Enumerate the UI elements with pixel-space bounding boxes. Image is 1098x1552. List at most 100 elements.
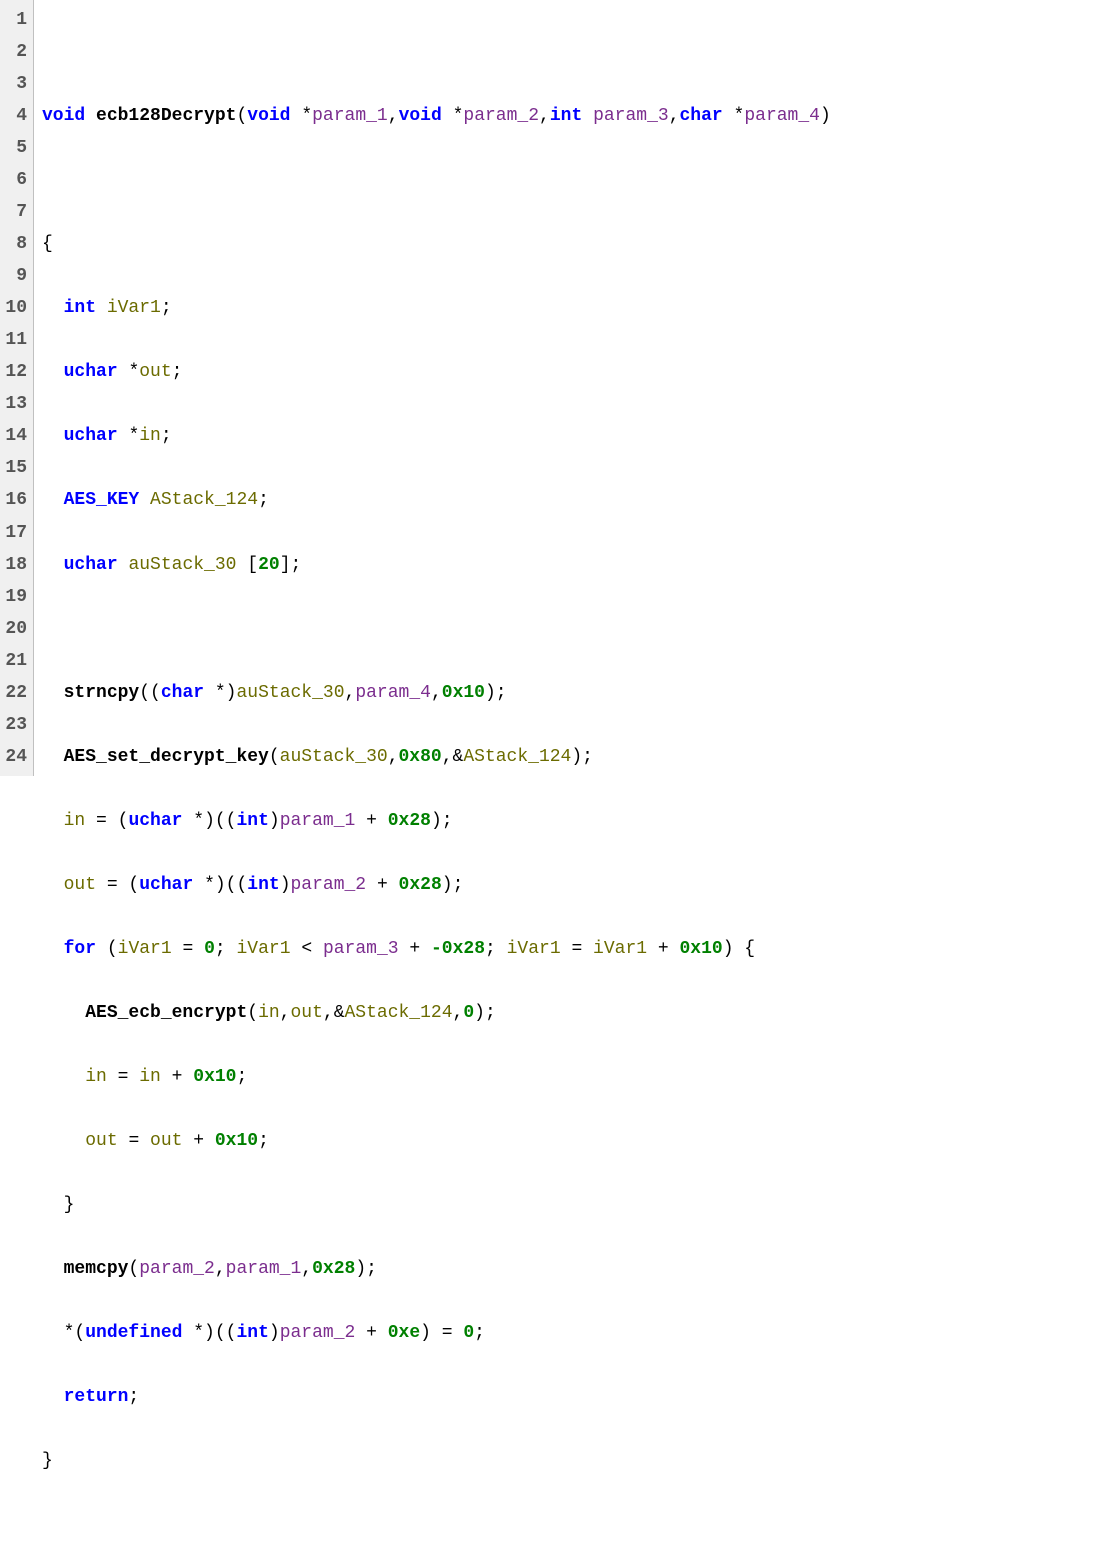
code-line[interactable]: uchar *out; [42,356,1090,388]
param: param_1 [280,811,356,831]
code-line[interactable] [42,613,1090,645]
code-line[interactable] [42,36,1090,68]
line-number: 3 [4,68,27,100]
code-line[interactable]: for (iVar1 = 0; iVar1 < param_3 + -0x28;… [42,933,1090,965]
number: 0x28 [399,875,442,895]
code-line[interactable]: out = out + 0x10; [42,1125,1090,1157]
number: 0x10 [193,1067,236,1087]
line-number: 18 [4,549,27,581]
type: uchar [139,875,193,895]
type: char [680,106,723,126]
variable: AStack_124 [150,490,258,510]
variable: auStack_30 [128,555,236,575]
code-line[interactable]: { [42,228,1090,260]
keyword: void [42,106,85,126]
number: 0x80 [399,747,442,767]
type: void [399,106,442,126]
number: 0x10 [679,939,722,959]
type: int [550,106,582,126]
line-number-gutter: 1 2 3 4 5 6 7 8 9 10 11 12 13 14 15 16 1… [0,0,34,776]
code-line[interactable]: in = in + 0x10; [42,1061,1090,1093]
variable: iVar1 [593,939,647,959]
variable: AStack_124 [463,747,571,767]
line-number: 1 [4,4,27,36]
variable: auStack_30 [236,683,344,703]
param: param_2 [280,1323,356,1343]
code-line[interactable]: void ecb128Decrypt(void *param_1,void *p… [42,100,1090,132]
code-line[interactable]: return; [42,1381,1090,1413]
line-number: 23 [4,709,27,741]
code-line[interactable]: uchar *in; [42,420,1090,452]
number: 0x28 [388,811,431,831]
line-number: 11 [4,324,27,356]
type: int [64,298,96,318]
code-line[interactable] [42,1509,1090,1541]
line-number: 8 [4,228,27,260]
code-line[interactable]: uchar auStack_30 [20]; [42,549,1090,581]
variable: AStack_124 [345,1003,453,1023]
line-number: 12 [4,356,27,388]
number: 0 [463,1003,474,1023]
keyword: for [64,939,96,959]
variable: in [85,1067,107,1087]
code-line[interactable] [42,164,1090,196]
code-editor[interactable]: void ecb128Decrypt(void *param_1,void *p… [34,0,1098,776]
line-number: 17 [4,517,27,549]
type: int [236,1323,268,1343]
function-call: strncpy [64,683,140,703]
param: param_2 [463,106,539,126]
line-number: 15 [4,452,27,484]
line-number: 14 [4,420,27,452]
function-call: AES_set_decrypt_key [64,747,269,767]
line-number: 24 [4,741,27,773]
code-line[interactable]: in = (uchar *)((int)param_1 + 0x28); [42,805,1090,837]
number: -0x28 [431,939,485,959]
function-call: AES_ecb_encrypt [85,1003,247,1023]
variable: iVar1 [107,298,161,318]
variable: in [64,811,86,831]
variable: iVar1 [507,939,561,959]
type: uchar [64,555,118,575]
type: char [161,683,204,703]
line-number: 6 [4,164,27,196]
param: param_3 [593,106,669,126]
param: param_1 [226,1259,302,1279]
type: int [236,811,268,831]
code-line[interactable]: int iVar1; [42,292,1090,324]
code-line[interactable]: strncpy((char *)auStack_30,param_4,0x10)… [42,677,1090,709]
code-line[interactable]: } [42,1189,1090,1221]
type: uchar [64,426,118,446]
variable: out [150,1131,182,1151]
code-line[interactable]: AES_ecb_encrypt(in,out,&AStack_124,0); [42,997,1090,1029]
code-line[interactable]: AES_KEY AStack_124; [42,484,1090,516]
code-line[interactable]: out = (uchar *)((int)param_2 + 0x28); [42,869,1090,901]
keyword: return [64,1387,129,1407]
line-number: 13 [4,388,27,420]
variable: out [139,362,171,382]
code-line[interactable]: *(undefined *)((int)param_2 + 0xe) = 0; [42,1317,1090,1349]
code-line[interactable]: } [42,1445,1090,1477]
code-line[interactable]: AES_set_decrypt_key(auStack_30,0x80,&ASt… [42,741,1090,773]
number: 0 [204,939,215,959]
number: 0 [463,1323,474,1343]
line-number: 22 [4,677,27,709]
type: uchar [64,362,118,382]
param: param_4 [744,106,820,126]
line-number: 9 [4,260,27,292]
param: param_1 [312,106,388,126]
code-line[interactable]: memcpy(param_2,param_1,0x28); [42,1253,1090,1285]
type: void [247,106,290,126]
line-number: 5 [4,132,27,164]
number: 0xe [388,1323,420,1343]
type: AES_KEY [64,490,140,510]
variable: in [139,426,161,446]
param: param_3 [323,939,399,959]
variable: out [290,1003,322,1023]
type: int [247,875,279,895]
line-number: 2 [4,36,27,68]
variable: in [139,1067,161,1087]
line-number: 4 [4,100,27,132]
number: 20 [258,555,280,575]
number: 0x10 [215,1131,258,1151]
function-name: ecb128Decrypt [96,106,236,126]
